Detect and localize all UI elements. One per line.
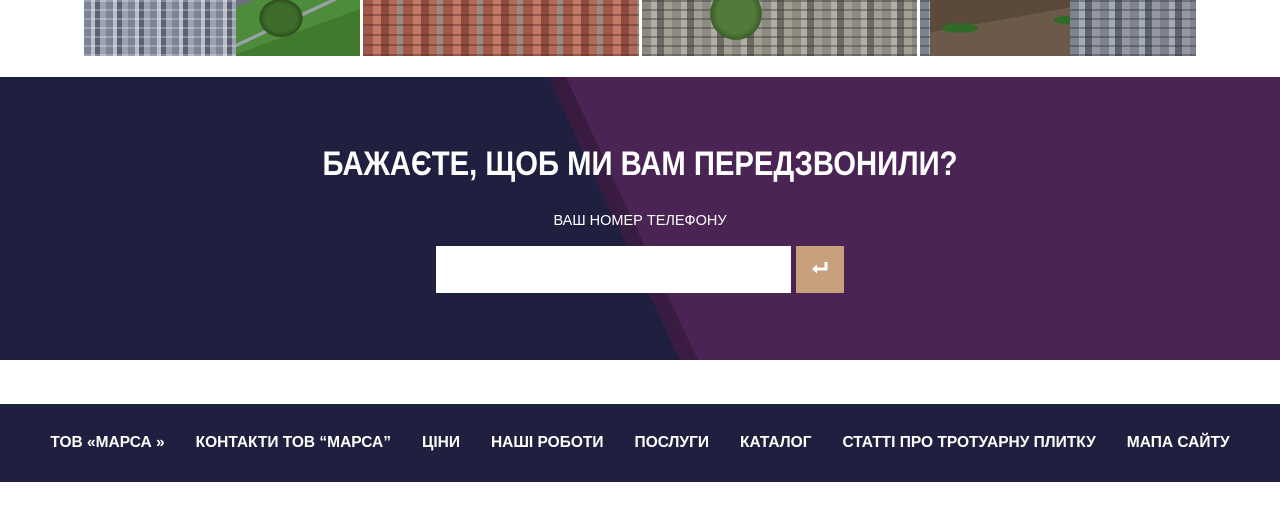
footer-nav-item-services: ПОСЛУГИ	[635, 434, 709, 452]
nav-link-catalog[interactable]: КАТАЛОГ	[740, 434, 811, 452]
footer-nav-item-works: НАШІ РОБОТИ	[491, 434, 604, 452]
phone-input[interactable]	[436, 246, 791, 293]
gallery-photo-1[interactable]	[84, 0, 360, 56]
submit-button[interactable]	[796, 246, 844, 293]
footer-nav-item-company: ТОВ «МАРСА »	[50, 434, 164, 452]
nav-link-company[interactable]: ТОВ «МАРСА »	[50, 434, 164, 452]
gallery-photo-2[interactable]	[362, 0, 639, 56]
nav-link-our-works[interactable]: НАШІ РОБОТИ	[491, 434, 604, 452]
footer-nav-item-contacts: КОНТАКТИ ТОВ “МАРСА”	[196, 434, 391, 452]
callback-title: БАЖАЄТЕ, ЩОБ МИ ВАМ ПЕРЕДЗВОНИЛИ?	[322, 145, 958, 183]
footer-nav-item-articles: СТАТТІ ПРО ТРОТУАРНУ ПЛИТКУ	[842, 434, 1095, 452]
nav-link-services[interactable]: ПОСЛУГИ	[635, 434, 709, 452]
nav-link-prices[interactable]: ЦІНИ	[422, 434, 460, 452]
photo-gallery-strip	[84, 0, 1196, 56]
gallery-photo-3[interactable]	[641, 0, 918, 56]
footer-nav-list: ТОВ «МАРСА » КОНТАКТИ ТОВ “МАРСА” ЦІНИ Н…	[0, 404, 1280, 482]
gallery-photo-4[interactable]	[920, 0, 1196, 56]
footer-nav-item-catalog: КАТАЛОГ	[740, 434, 811, 452]
phone-label: ВАШ НОМЕР ТЕЛЕФОНУ	[553, 213, 727, 229]
footer-nav-item-prices: ЦІНИ	[422, 434, 460, 452]
nav-link-sitemap[interactable]: МАПА САЙТУ	[1127, 434, 1230, 452]
footer-nav: ТОВ «МАРСА » КОНТАКТИ ТОВ “МАРСА” ЦІНИ Н…	[0, 404, 1280, 482]
nav-link-articles[interactable]: СТАТТІ ПРО ТРОТУАРНУ ПЛИТКУ	[842, 434, 1095, 452]
callback-section: БАЖАЄТЕ, ЩОБ МИ ВАМ ПЕРЕДЗВОНИЛИ? ВАШ НО…	[0, 77, 1280, 360]
enter-arrow-icon	[811, 261, 829, 278]
nav-link-contacts[interactable]: КОНТАКТИ ТОВ “МАРСА”	[196, 434, 391, 452]
footer-nav-item-sitemap: МАПА САЙТУ	[1127, 434, 1230, 452]
